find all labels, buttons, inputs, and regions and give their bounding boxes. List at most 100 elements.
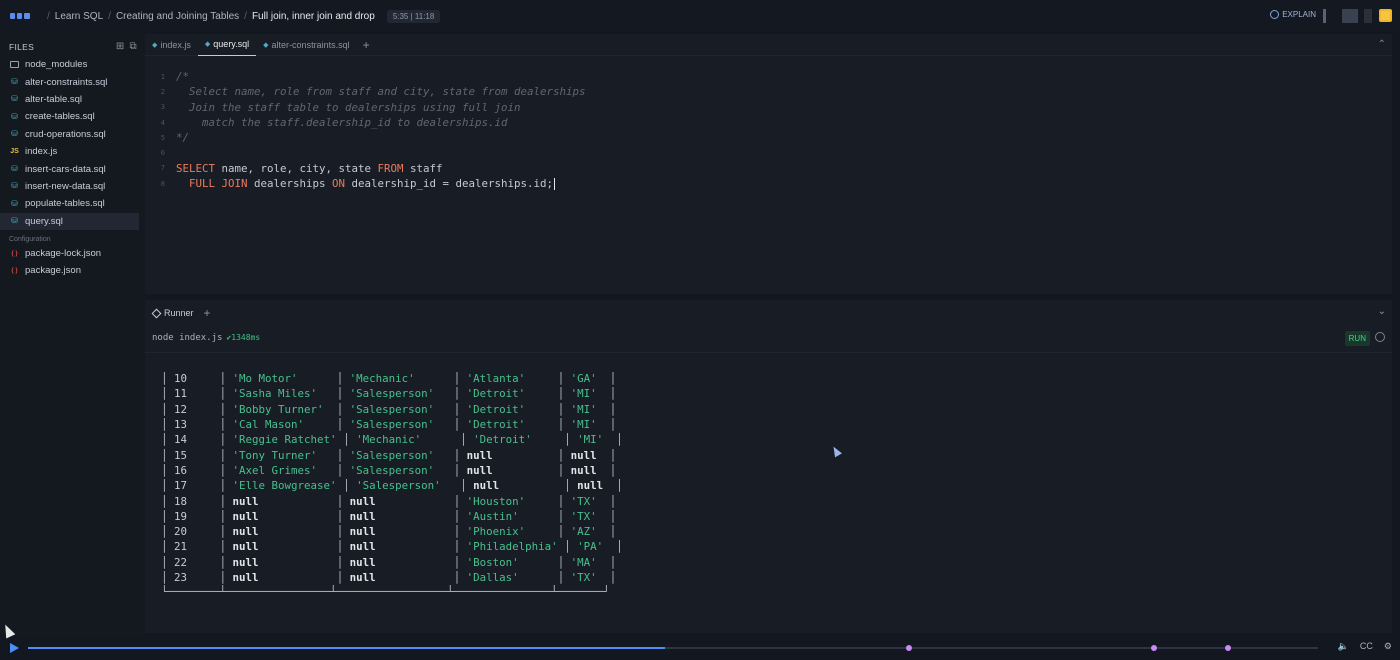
scrimba-logo[interactable] xyxy=(10,11,30,21)
play-icon[interactable] xyxy=(10,643,19,653)
row-index: 14 xyxy=(174,433,188,447)
file-item[interactable]: node_modules xyxy=(0,56,145,73)
file-item[interactable]: ⛁ alter-table.sql xyxy=(0,91,145,108)
table-border: │ xyxy=(187,372,233,386)
table-border: │ xyxy=(187,463,233,477)
file-item[interactable]: ⛁ alter-constraints.sql xyxy=(0,73,145,90)
cell-city: null xyxy=(466,448,493,462)
new-folder-icon[interactable]: ⧉ xyxy=(130,41,137,52)
editor-tabs: ◆ index.js ◆ query.sql ◆ alter-constraints.… xyxy=(145,34,1392,56)
cell-state: 'MA' xyxy=(570,555,597,569)
playback-bar: 🔈 CC ⚙ xyxy=(0,636,1400,660)
file-name: crud-operations.sql xyxy=(25,128,106,140)
table-border: │ xyxy=(525,494,571,508)
table-border: │ xyxy=(161,448,175,462)
table-border: │ xyxy=(603,540,630,554)
tab-index-js[interactable]: ◆ index.js xyxy=(145,34,198,56)
new-file-icon[interactable]: ⊞ xyxy=(116,41,125,52)
layout-minimize-icon[interactable] xyxy=(1364,9,1372,23)
cell-role: null xyxy=(349,494,376,508)
table-border: │ xyxy=(187,448,233,462)
file-name: insert-cars-data.sql xyxy=(25,163,106,175)
cell-state: 'GA' xyxy=(570,372,597,386)
file-item[interactable]: ⛁ insert-new-data.sql xyxy=(0,178,145,195)
cell-name: null xyxy=(232,540,259,554)
cell-state: 'MI' xyxy=(570,418,597,432)
cell-name: null xyxy=(232,555,259,569)
collapse-editor-icon[interactable]: ⌃ xyxy=(1378,39,1386,50)
chapter-marker[interactable] xyxy=(1151,645,1158,651)
layout-toggle-icon[interactable] xyxy=(1323,9,1326,23)
explain-label: EXPLAIN xyxy=(1282,10,1316,19)
tab-query-sql[interactable]: ◆ query.sql xyxy=(197,34,257,56)
settings-icon[interactable]: ⚙ xyxy=(1384,641,1392,652)
file-name: alter-constraints.sql xyxy=(25,76,108,88)
file-item[interactable]: ⛁ populate-tables.sql xyxy=(0,195,145,212)
file-explorer: FILES ⊞ ⧉ node_modules ⛁ alter-constraints… xyxy=(0,32,145,636)
cell-state: null xyxy=(570,463,597,477)
file-item[interactable]: ⛁ query.sql xyxy=(0,212,139,230)
runner-tab[interactable]: Runner xyxy=(164,308,194,318)
chapter-marker[interactable] xyxy=(1224,645,1231,651)
breadcrumb-module[interactable]: Creating and Joining Tables xyxy=(116,11,239,22)
cell-city: null xyxy=(466,463,493,477)
table-border: │ xyxy=(375,494,467,508)
run-button[interactable]: RUN xyxy=(1344,331,1370,346)
cell-city: 'Detroit' xyxy=(466,418,526,432)
file-item[interactable]: ⛁ crud-operations.sql xyxy=(0,126,145,143)
file-name: create-tables.sql xyxy=(25,111,95,123)
config-file-item[interactable]: { } package-lock.json xyxy=(0,245,145,262)
result-row: │ 17 │ 'Elle Bowgrease' │ 'Salesperson' … xyxy=(161,478,629,493)
file-item[interactable]: JS index.js xyxy=(0,143,145,160)
add-tab-icon[interactable]: + xyxy=(363,38,370,52)
line-number: 6 xyxy=(160,149,165,158)
code-line: 8 FULL JOIN dealerships ON dealership_id… xyxy=(145,176,586,191)
layout-split-icon[interactable] xyxy=(1342,9,1358,23)
cell-role: null xyxy=(349,509,376,523)
cell-name: 'Elle Bowgrease' xyxy=(232,479,337,493)
sql-comment: */ xyxy=(176,131,190,145)
table-border: │ xyxy=(434,448,467,462)
add-runner-icon[interactable]: + xyxy=(204,306,211,320)
cell-name: null xyxy=(232,494,259,508)
breadcrumb: / Learn SQL / Creating and Joining Table… xyxy=(42,9,441,23)
code-lines[interactable]: 1/* 2 Select name, role from staff and ci… xyxy=(145,69,586,191)
breadcrumb-course[interactable]: Learn SQL xyxy=(55,11,103,22)
explain-icon xyxy=(1270,10,1280,19)
json-icon: { } xyxy=(11,250,18,257)
explain-button[interactable]: EXPLAIN xyxy=(1270,10,1316,19)
code-line: 5 */ xyxy=(145,130,586,145)
code-editor[interactable]: ◆ index.js ◆ query.sql ◆ alter-constraints.… xyxy=(145,34,1392,294)
file-item[interactable]: ⛁ insert-cars-data.sql xyxy=(0,160,145,177)
config-file-item[interactable]: { } package.json xyxy=(0,262,145,279)
file-item[interactable]: ⛁ create-tables.sql xyxy=(0,108,145,125)
cell-name: 'Reggie Ratchet' xyxy=(232,433,337,447)
result-row: │ 23 │ null │ null │ 'Dallas' │ 'TX' │ xyxy=(161,570,629,585)
table-border: │ xyxy=(414,372,467,386)
database-tab-icon: ◆ xyxy=(263,41,269,49)
run-duration: ✔1348ms xyxy=(226,333,261,342)
table-border: │ xyxy=(187,418,233,432)
cell-role: null xyxy=(349,540,376,554)
table-border: │ xyxy=(518,555,571,569)
chevron-down-icon[interactable]: ⌄ xyxy=(1378,306,1386,317)
notes-icon[interactable] xyxy=(1379,9,1392,22)
file-name: alter-table.sql xyxy=(25,93,83,105)
table-border: │ xyxy=(525,402,571,416)
table-bottom-border: └────────┴────────────────┴─────────────… xyxy=(161,585,610,599)
volume-icon[interactable]: 🔈 xyxy=(1338,641,1349,652)
file-name: query.sql xyxy=(25,215,63,227)
file-name: package.json xyxy=(25,265,81,277)
captions-button[interactable]: CC xyxy=(1360,641,1373,652)
table-border: │ xyxy=(317,387,350,401)
cell-city: null xyxy=(473,479,500,493)
line-number: 1 xyxy=(160,72,165,81)
table-border: │ xyxy=(187,494,233,508)
gear-icon[interactable] xyxy=(1375,332,1385,342)
cell-state: null xyxy=(577,479,604,493)
line-number: 5 xyxy=(160,133,165,142)
tab-alter-constraints-sql[interactable]: ◆ alter-constraints.sql xyxy=(256,34,356,56)
playback-scrubber[interactable] xyxy=(28,645,1318,651)
chapter-marker[interactable] xyxy=(906,645,913,651)
file-name: populate-tables.sql xyxy=(25,198,105,210)
